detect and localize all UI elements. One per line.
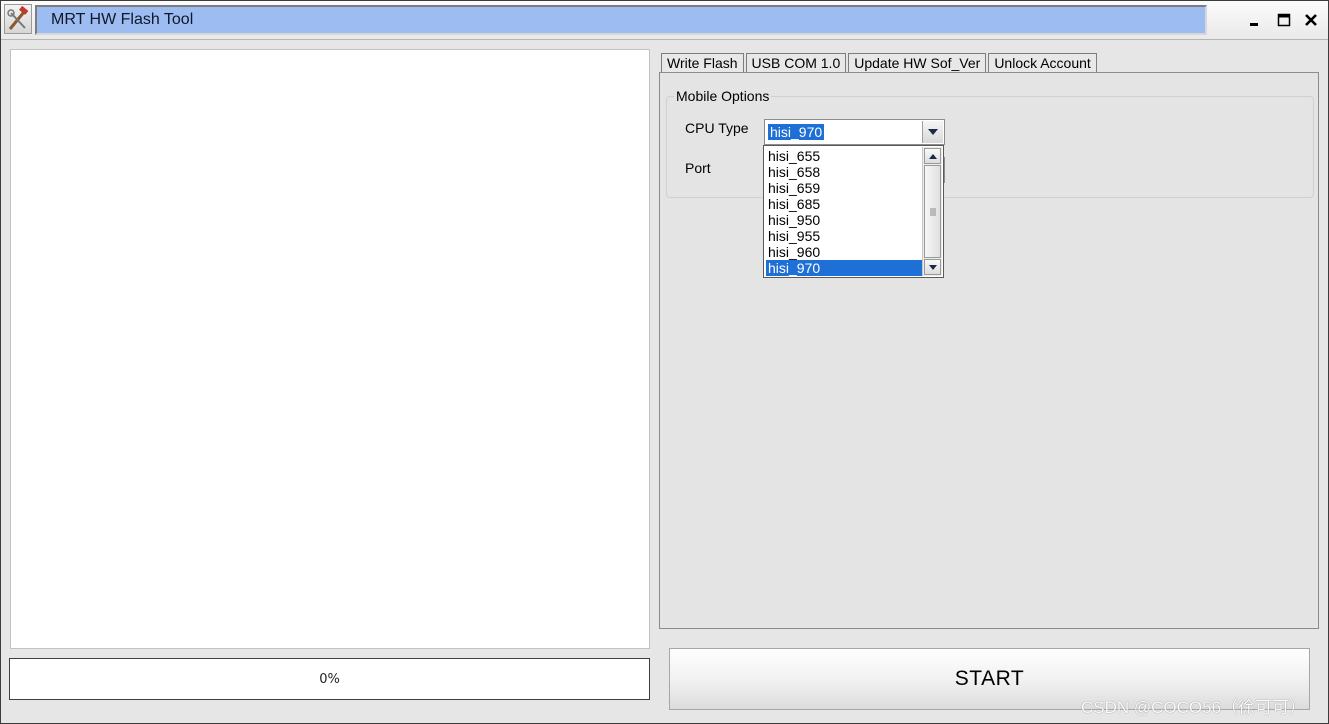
- port-label: Port: [685, 160, 711, 176]
- list-item[interactable]: hisi_960: [766, 244, 925, 260]
- cpu-type-label: CPU Type: [685, 120, 749, 136]
- progress-text: 0%: [319, 671, 340, 687]
- watermark: CSDN @COCO56（徐可可）: [1081, 698, 1307, 717]
- tab-usb-com[interactable]: USB COM 1.0: [745, 53, 847, 73]
- tab-page: Mobile Options CPU Type hisi_970 Port: [659, 72, 1319, 629]
- cpu-type-dropdown-list[interactable]: hisi_655 hisi_658 hisi_659 hisi_685 hisi…: [763, 145, 944, 278]
- tab-write-flash[interactable]: Write Flash: [661, 53, 744, 73]
- list-item[interactable]: hisi_659: [766, 180, 925, 196]
- title-field: MRT HW Flash Tool: [35, 5, 1207, 35]
- list-item[interactable]: hisi_658: [766, 164, 925, 180]
- list-item[interactable]: hisi_955: [766, 228, 925, 244]
- scroll-down-icon[interactable]: [924, 259, 941, 275]
- dropdown-scrollbar[interactable]: [922, 147, 942, 276]
- close-icon[interactable]: [1299, 9, 1323, 31]
- tab-update-hw-sof-ver[interactable]: Update HW Sof_Ver: [848, 53, 987, 73]
- list-item[interactable]: hisi_685: [766, 196, 925, 212]
- group-title: Mobile Options: [674, 88, 772, 104]
- log-output-panel[interactable]: [10, 49, 650, 649]
- wrench-hammer-icon[interactable]: [4, 4, 32, 34]
- list-item[interactable]: hisi_655: [766, 148, 925, 164]
- title-bar: MRT HW Flash Tool: [1, 1, 1328, 40]
- app-window: MRT HW Flash Tool 0% Write Flash USB COM…: [0, 0, 1329, 724]
- cpu-type-select[interactable]: hisi_970: [764, 119, 945, 145]
- scroll-thumb[interactable]: [924, 165, 941, 258]
- chevron-down-icon[interactable]: [922, 121, 943, 143]
- progress-bar: 0%: [9, 658, 650, 700]
- maximize-icon[interactable]: [1272, 9, 1296, 31]
- scroll-up-icon[interactable]: [924, 148, 941, 164]
- minimize-icon[interactable]: [1242, 9, 1266, 31]
- cpu-type-value: hisi_970: [768, 124, 825, 140]
- window-title: MRT HW Flash Tool: [51, 11, 194, 28]
- tab-unlock-account[interactable]: Unlock Account: [988, 53, 1097, 73]
- list-item[interactable]: hisi_950: [766, 212, 925, 228]
- tab-strip: Write Flash USB COM 1.0 Update HW Sof_Ve…: [661, 53, 1099, 73]
- list-item-selected[interactable]: hisi_970: [766, 260, 925, 276]
